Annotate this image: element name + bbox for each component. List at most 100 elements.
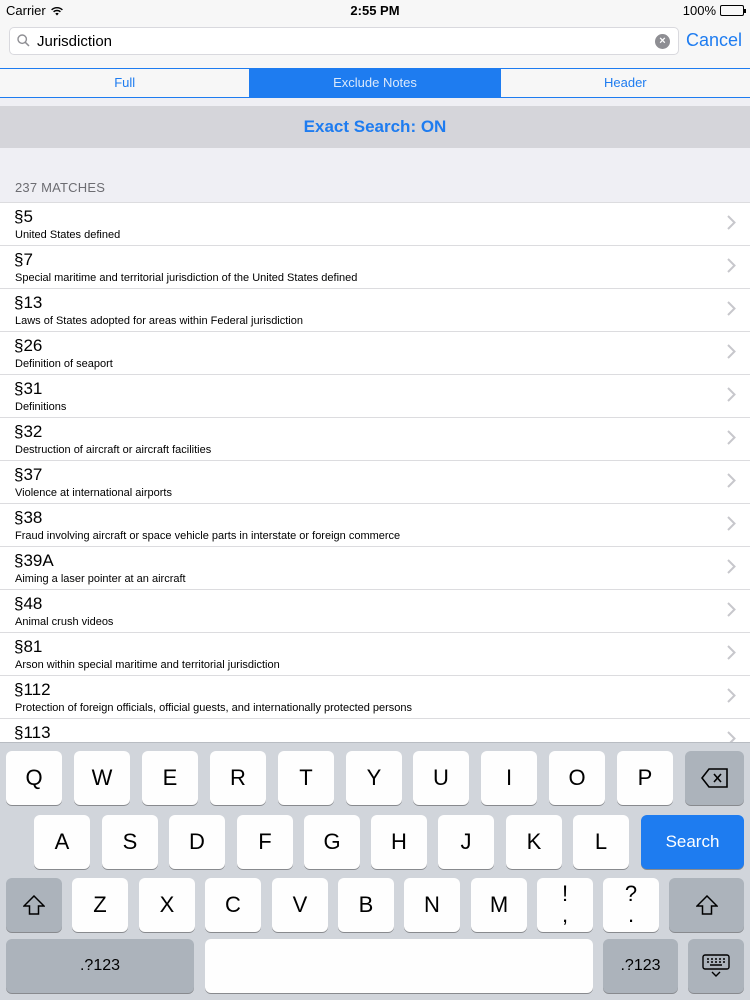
section-title: Animal crush videos bbox=[15, 616, 114, 628]
search-input[interactable]: Jurisdiction × bbox=[9, 27, 679, 55]
shift-left-key[interactable] bbox=[6, 878, 62, 932]
segment-header[interactable]: Header bbox=[501, 69, 750, 97]
chevron-right-icon bbox=[727, 645, 736, 660]
cancel-button[interactable]: Cancel bbox=[686, 30, 742, 51]
section-number: §112 bbox=[14, 680, 51, 699]
chevron-right-icon bbox=[727, 215, 736, 230]
section-number: §5 bbox=[14, 207, 33, 226]
list-item[interactable]: §112 Protection of foreign officials, off… bbox=[0, 676, 750, 719]
numbers-key-left[interactable]: .?123 bbox=[6, 939, 194, 993]
key-h[interactable]: H bbox=[371, 815, 427, 869]
key-s[interactable]: S bbox=[102, 815, 158, 869]
key-z[interactable]: Z bbox=[72, 878, 128, 932]
chevron-right-icon bbox=[727, 387, 736, 402]
section-title: Definitions bbox=[15, 401, 67, 413]
key-l[interactable]: L bbox=[573, 815, 629, 869]
section-number: §32 bbox=[14, 422, 43, 441]
shift-right-key[interactable] bbox=[669, 878, 744, 932]
section-number: §26 bbox=[14, 336, 43, 355]
chevron-right-icon bbox=[727, 473, 736, 488]
list-item[interactable]: §39A Aiming a laser pointer at an aircraf… bbox=[0, 547, 750, 590]
key-n[interactable]: N bbox=[404, 878, 460, 932]
battery-percent: 100% bbox=[682, 3, 716, 18]
key-question-period[interactable]: ? . bbox=[603, 878, 659, 932]
list-item[interactable]: §5 United States defined bbox=[0, 203, 750, 246]
exact-search-toggle[interactable]: Exact Search: ON bbox=[0, 106, 750, 148]
battery-icon bbox=[720, 5, 746, 16]
key-x[interactable]: X bbox=[139, 878, 195, 932]
chevron-right-icon bbox=[727, 602, 736, 617]
list-item[interactable]: §81 Arson within special maritime and ter… bbox=[0, 633, 750, 676]
search-key[interactable]: Search bbox=[641, 815, 744, 869]
list-item[interactable]: §37 Violence at international airports bbox=[0, 461, 750, 504]
section-number: §113 bbox=[14, 723, 51, 742]
key-v[interactable]: V bbox=[272, 878, 328, 932]
section-title: Protection of foreign officials, officia… bbox=[15, 702, 413, 714]
section-number: §81 bbox=[14, 637, 43, 656]
chevron-right-icon bbox=[727, 258, 736, 273]
list-item[interactable]: §48 Animal crush videos bbox=[0, 590, 750, 633]
results-list: §5 United States defined §7 Special mariti… bbox=[0, 202, 750, 742]
search-bar: Jurisdiction × Cancel bbox=[0, 22, 750, 68]
key-j[interactable]: J bbox=[438, 815, 494, 869]
list-item[interactable]: §13 Laws of States adopted for areas with… bbox=[0, 289, 750, 332]
keyboard-hide-icon bbox=[702, 954, 730, 977]
key-m[interactable]: M bbox=[471, 878, 527, 932]
section-number: §37 bbox=[14, 465, 43, 484]
section-number: §13 bbox=[14, 293, 43, 312]
chevron-right-icon bbox=[727, 516, 736, 531]
space-key[interactable] bbox=[205, 939, 593, 993]
key-d[interactable]: D bbox=[169, 815, 225, 869]
onscreen-keyboard: Q W E R T Y U I O P A S D F G H J K L Se… bbox=[0, 742, 750, 1000]
list-item[interactable]: §32 Destruction of aircraft or aircraft f… bbox=[0, 418, 750, 461]
key-y[interactable]: Y bbox=[346, 751, 402, 805]
status-bar: Carrier 2:55 PM 100% bbox=[0, 0, 750, 22]
key-k[interactable]: K bbox=[506, 815, 562, 869]
section-number: §7 bbox=[14, 250, 33, 269]
backspace-key[interactable] bbox=[685, 751, 744, 805]
key-u[interactable]: U bbox=[413, 751, 469, 805]
section-title: Special maritime and territorial jurisdi… bbox=[15, 272, 358, 284]
numbers-key-right[interactable]: .?123 bbox=[603, 939, 678, 993]
key-p[interactable]: P bbox=[617, 751, 673, 805]
list-item[interactable]: §26 Definition of seaport bbox=[0, 332, 750, 375]
key-f[interactable]: F bbox=[237, 815, 293, 869]
search-query: Jurisdiction bbox=[37, 33, 113, 50]
key-e[interactable]: E bbox=[142, 751, 198, 805]
section-title: Fraud involving aircraft or space vehicl… bbox=[15, 530, 401, 542]
section-title: Aiming a laser pointer at an aircraft bbox=[15, 573, 186, 585]
key-exclam-comma[interactable]: ! , bbox=[537, 878, 593, 932]
section-title: Violence at international airports bbox=[15, 487, 172, 499]
chevron-right-icon bbox=[727, 344, 736, 359]
section-number: §48 bbox=[14, 594, 43, 613]
segment-full[interactable]: Full bbox=[0, 69, 251, 97]
clear-icon[interactable]: × bbox=[655, 34, 670, 49]
key-q[interactable]: Q bbox=[6, 751, 62, 805]
key-g[interactable]: G bbox=[304, 815, 360, 869]
key-b[interactable]: B bbox=[338, 878, 394, 932]
list-item[interactable]: §113 bbox=[0, 719, 750, 742]
key-c[interactable]: C bbox=[205, 878, 261, 932]
section-number: §38 bbox=[14, 508, 43, 527]
hide-keyboard-key[interactable] bbox=[688, 939, 744, 993]
list-item[interactable]: §7 Special maritime and territorial juris… bbox=[0, 246, 750, 289]
section-title: Laws of States adopted for areas within … bbox=[15, 315, 303, 327]
segment-exclude-notes[interactable]: Exclude Notes bbox=[250, 69, 501, 97]
key-w[interactable]: W bbox=[74, 751, 130, 805]
section-title: Arson within special maritime and territ… bbox=[15, 659, 280, 671]
key-o[interactable]: O bbox=[549, 751, 605, 805]
list-item[interactable]: §38 Fraud involving aircraft or space veh… bbox=[0, 504, 750, 547]
section-title: Destruction of aircraft or aircraft faci… bbox=[15, 444, 212, 456]
chevron-right-icon bbox=[727, 731, 736, 742]
matches-count: 237 MATCHES bbox=[15, 180, 106, 195]
shift-icon bbox=[22, 894, 46, 915]
section-number: §39A bbox=[14, 551, 54, 570]
chevron-right-icon bbox=[727, 430, 736, 445]
key-a[interactable]: A bbox=[34, 815, 90, 869]
key-i[interactable]: I bbox=[481, 751, 537, 805]
key-t[interactable]: T bbox=[278, 751, 334, 805]
key-r[interactable]: R bbox=[210, 751, 266, 805]
chevron-right-icon bbox=[727, 559, 736, 574]
status-time: 2:55 PM bbox=[350, 3, 400, 18]
list-item[interactable]: §31 Definitions bbox=[0, 375, 750, 418]
